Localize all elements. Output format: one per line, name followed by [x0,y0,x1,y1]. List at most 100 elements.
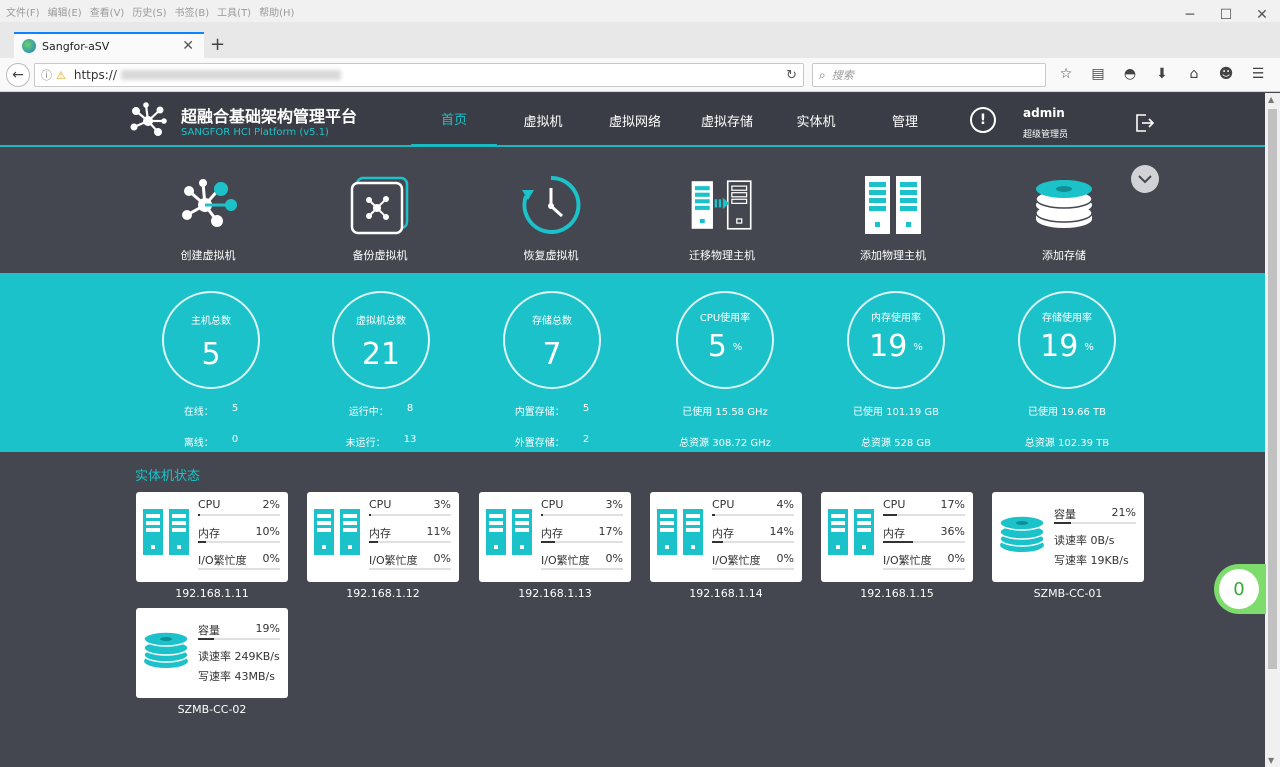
stat-row-val: 8 [406,403,414,414]
host-name[interactable]: 192.168.1.14 [650,587,802,600]
stat-row-text: 总资源 308.72 GHz [679,438,771,449]
host-name[interactable]: 192.168.1.12 [307,587,459,600]
new-tab-icon[interactable]: + [210,34,225,55]
mem-metric: 内存 36% [883,525,965,540]
io-metric: I/O繁忙度 0% [198,552,280,567]
search-icon: ⌕ [819,67,826,82]
stat-storage-usage: 存储使用率 19% 已使用 19.66 TB 总资源 102.39 TB [982,291,1152,449]
stat-label: 存储使用率 [1042,313,1092,324]
host-card[interactable]: CPU 3% 内存 11% I/O繁忙度 0% [307,492,459,582]
menu-help[interactable]: 帮助(H) [259,4,294,19]
menu-history[interactable]: 历史(S) [132,4,166,19]
cpu-metric: CPU 2% [198,498,280,511]
bookmark-star-icon[interactable]: ☆ [1050,66,1082,82]
download-icon[interactable]: ⬇ [1146,66,1178,82]
pocket-icon[interactable]: ◓ [1114,66,1146,82]
server-icon [828,509,874,555]
storage-card[interactable]: 容量 21% 读速率 0B/s 写速率 19KB/s [992,492,1144,582]
create-vm-action[interactable]: 创建虚拟机 [153,173,263,263]
hamburger-menu-icon[interactable]: ☰ [1242,66,1274,82]
server-icon [143,509,189,555]
nav-manage[interactable]: 管理 [859,93,951,147]
menu-bookmarks[interactable]: 书签(B) [175,4,210,19]
sangfor-logo-icon [130,102,167,136]
restore-clock-icon [522,175,581,234]
server-icon [486,509,532,555]
menu-edit[interactable]: 编辑(E) [48,4,82,19]
host-card[interactable]: CPU 4% 内存 14% I/O繁忙度 0% [650,492,802,582]
cpu-metric: CPU 3% [541,498,623,511]
scroll-up-icon[interactable]: ▲ [1268,95,1274,104]
url-bar[interactable]: ⓘ ⚠ https:// ↻ [34,63,804,87]
info-icon[interactable]: ⓘ [41,67,52,83]
host-card[interactable]: CPU 3% 内存 17% I/O繁忙度 0% [479,492,631,582]
user-name[interactable]: admin [1023,106,1065,120]
host-name[interactable]: 192.168.1.11 [136,587,288,600]
page-scrollbar[interactable]: ▲ ▼ [1265,93,1280,767]
io-metric: I/O繁忙度 0% [369,552,451,567]
read-rate: 读速率 249KB/s [198,650,280,663]
brand-subtitle: SANGFOR HCI Platform (v5.1) [181,127,329,138]
add-storage-action[interactable]: 添加存储 [1009,173,1119,263]
host-name[interactable]: 192.168.1.13 [479,587,631,600]
stat-row-val: 13 [403,434,417,445]
logout-icon[interactable] [1134,112,1156,134]
restore-vm-label: 恢复虚拟机 [523,249,579,262]
io-bar [883,568,965,570]
user-role: 超级管理员 [1023,130,1069,140]
capacity-bar [1054,522,1136,524]
reload-icon[interactable]: ↻ [786,68,797,83]
restore-vm-action[interactable]: 恢复虚拟机 [496,173,606,263]
mem-bar [198,541,280,543]
storage-name[interactable]: SZMB-CC-01 [992,587,1144,600]
alert-icon[interactable]: ! [970,107,996,133]
storage-card[interactable]: 容量 19% 读速率 249KB/s 写速率 43MB/s [136,608,288,698]
capacity-metric: 容量 21% [1054,506,1136,521]
nav-vstorage[interactable]: 虚拟存储 [681,93,773,147]
server-icon [657,509,703,555]
favicon-icon [22,39,36,53]
backup-vm-action[interactable]: 备份虚拟机 [325,173,435,263]
expand-chevron-icon[interactable] [1131,165,1159,193]
mem-metric: 内存 10% [198,525,280,540]
stats-panel: 主机总数 5 在线： 5 离线： 0 虚拟机总数 21 运行中： 8 未运行： 13 存… [0,273,1265,452]
nav-vnet[interactable]: 虚拟网络 [589,93,681,147]
migrate-host-action[interactable]: 迁移物理主机 [667,173,777,263]
account-icon[interactable]: ☻ [1210,66,1242,82]
reader-list-icon[interactable]: ▤ [1082,66,1114,82]
menu-view[interactable]: 查看(V) [90,4,125,19]
stat-row-val: 2 [582,434,590,445]
add-storage-icon [1035,180,1093,228]
add-host-action[interactable]: 添加物理主机 [838,173,948,263]
stat-row-key: 离线： [183,438,214,449]
nav-home[interactable]: 首页 [411,93,497,147]
storage-disk-icon [143,631,189,668]
storage-name[interactable]: SZMB-CC-02 [136,703,288,716]
menu-file[interactable]: 文件(F) [6,4,40,19]
cpu-bar [883,514,965,516]
quick-actions: 创建虚拟机 备份虚拟机 恢复虚拟机 迁移物理主机 添加物理主机 添加存储 [0,149,1265,273]
stat-label: 主机总数 [191,316,231,327]
capacity-bar [198,638,280,640]
home-icon[interactable]: ⌂ [1178,66,1210,82]
host-name[interactable]: 192.168.1.15 [821,587,973,600]
stat-ring: CPU使用率 5% [676,291,774,389]
stat-row-text: 总资源 528 GB [860,438,932,449]
nav-physical[interactable]: 实体机 [773,93,859,147]
stat-row-text: 总资源 102.39 TB [1024,438,1110,449]
storage-disk-icon [999,515,1045,552]
menu-tools[interactable]: 工具(T) [217,4,251,19]
notification-bubble[interactable]: 0 [1214,564,1266,614]
host-card[interactable]: CPU 17% 内存 36% I/O繁忙度 0% [821,492,973,582]
nav-vm[interactable]: 虚拟机 [497,93,589,147]
tab-strip: Sangfor-aSV ✕ [0,22,1280,58]
browser-tab[interactable]: Sangfor-aSV ✕ [14,32,204,58]
scroll-thumb[interactable] [1268,109,1277,669]
back-arrow-icon[interactable]: ← [6,63,30,87]
close-tab-icon[interactable]: ✕ [182,38,194,54]
io-metric: I/O繁忙度 0% [883,552,965,567]
warning-lock-icon[interactable]: ⚠ [56,69,66,82]
host-card[interactable]: CPU 2% 内存 10% I/O繁忙度 0% [136,492,288,582]
search-bar[interactable]: ⌕ 搜索 [812,63,1046,87]
scroll-down-icon[interactable]: ▼ [1268,756,1274,765]
